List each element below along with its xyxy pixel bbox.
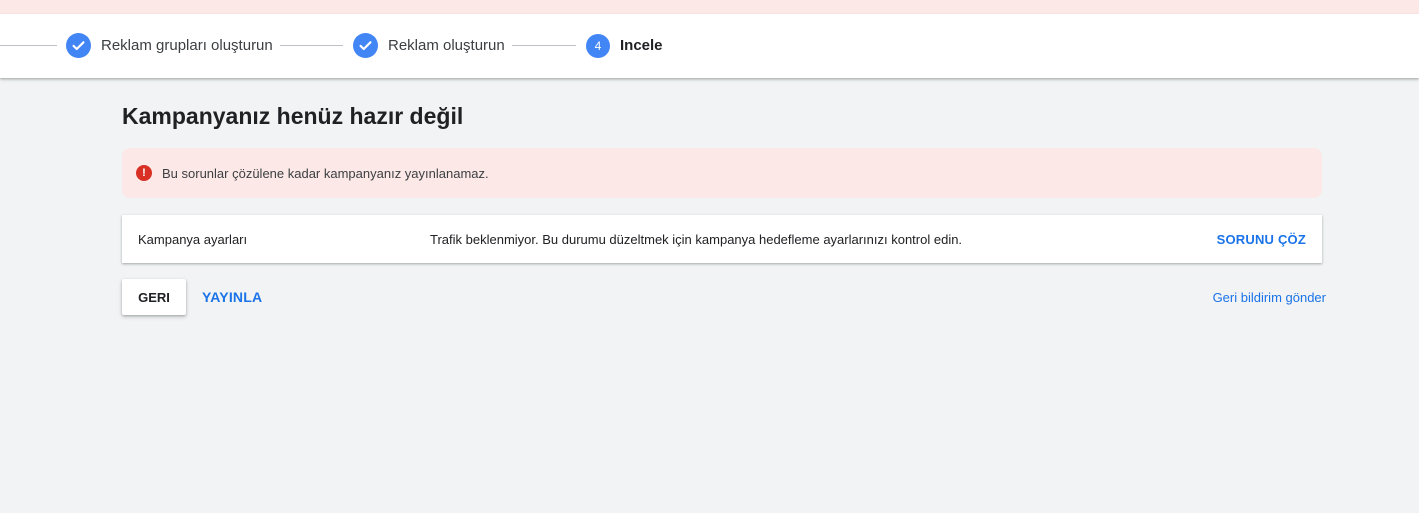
publish-button[interactable]: YAYINLA — [196, 279, 268, 315]
step-connector — [280, 45, 343, 46]
send-feedback-link[interactable]: Geri bildirim gönder — [1213, 290, 1326, 305]
fix-issue-button[interactable]: SORUNU ÇÖZ — [1217, 232, 1306, 247]
issue-row: Kampanya ayarları Trafik beklenmiyor. Bu… — [122, 215, 1322, 263]
error-banner-message: Bu sorunlar çözülene kadar kampanyanız y… — [162, 166, 489, 181]
step-label-ad-groups[interactable]: Reklam grupları oluşturun — [101, 37, 273, 54]
check-icon — [66, 33, 91, 58]
page-title: Kampanyanız henüz hazır değil — [122, 103, 464, 129]
step-label-ads[interactable]: Reklam oluşturun — [388, 37, 505, 54]
progress-stepper: Reklam grupları oluşturun Reklam oluştur… — [0, 14, 1419, 78]
issue-category: Kampanya ayarları — [138, 232, 248, 247]
step-connector — [512, 45, 576, 46]
step-number-badge: 4 — [586, 34, 610, 58]
issue-message: Trafik beklenmiyor. Bu durumu düzeltmek … — [430, 232, 963, 247]
back-button[interactable]: GERI — [122, 279, 186, 315]
error-icon: ! — [136, 165, 152, 181]
step-label-review[interactable]: Incele — [620, 37, 663, 54]
error-banner: ! Bu sorunlar çözülene kadar kampanyanız… — [122, 148, 1322, 198]
step-connector — [0, 45, 57, 46]
top-alert-strip — [0, 0, 1419, 14]
check-icon — [353, 33, 378, 58]
